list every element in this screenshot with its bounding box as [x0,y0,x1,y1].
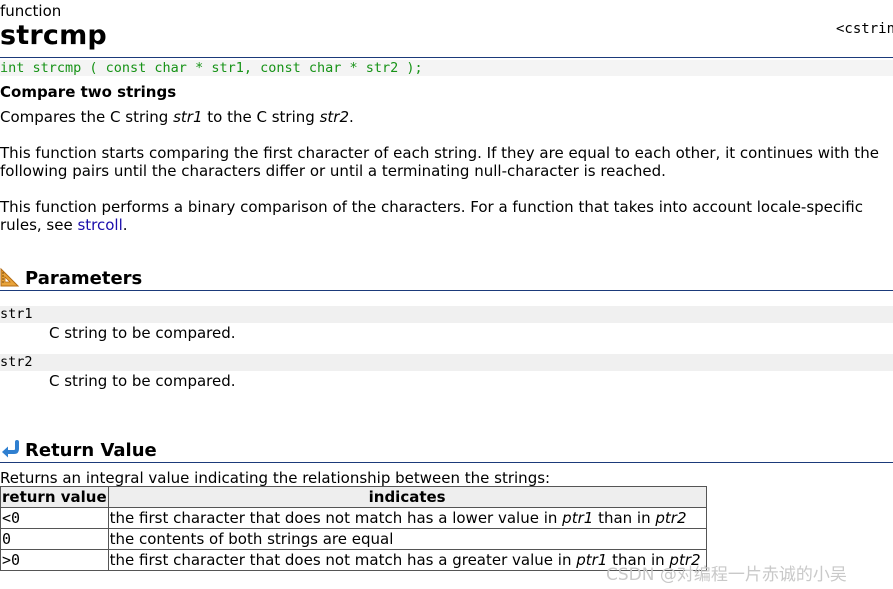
param-ref-ptr1: ptr1 [576,551,608,569]
function-kind-label: function [0,2,62,20]
param-name-str1: str1 [0,306,893,323]
strcoll-link[interactable]: strcoll [77,216,122,234]
text-fragment: than in [593,509,656,527]
indicates-cell: the contents of both strings are equal [107,528,707,550]
parameters-divider [0,290,893,291]
param-name-str2: str2 [0,354,893,371]
page-title: strcmp [0,20,107,51]
param-ref-str1: str1 [173,108,203,126]
text-fragment: Compares the C string [0,108,174,126]
return-value-cell: <0 [0,507,109,529]
param-desc-str1: C string to be compared. [49,324,236,342]
table-row: 0 the contents of both strings are equal [0,528,707,550]
param-desc-str2: C string to be compared. [49,372,236,390]
text-fragment: . [349,108,354,126]
param-ref-ptr2: ptr2 [655,509,687,527]
ruler-triangle-icon [0,267,20,287]
column-header-indicates: indicates [107,486,707,508]
parameters-heading: Parameters [25,268,143,289]
column-header-return-value: return value [0,486,109,508]
param-ref-ptr1: ptr1 [562,509,594,527]
table-row: >0 the first character that does not mat… [0,549,707,571]
text-fragment: the first character that does not match … [109,551,577,569]
description-paragraph-2: This function starts comparing the first… [0,144,879,180]
description-paragraph-3: This function performs a binary comparis… [0,198,890,234]
table-row: <0 the first character that does not mat… [0,507,707,529]
text-fragment: the first character that does not match … [109,509,563,527]
return-value-divider [0,462,893,463]
function-summary: Compare two strings [0,83,177,101]
param-ref-str2: str2 [319,108,349,126]
text-fragment: . [122,216,128,234]
table-header-row: return value indicates [0,486,707,508]
return-value-intro: Returns an integral value indicating the… [0,469,551,487]
csdn-watermark: CSDN @对编程一片赤诚的小吴 [606,565,847,585]
description-paragraph-1: Compares the C string str1 to the C stri… [0,108,890,126]
indicates-cell: the first character that does not match … [107,507,707,529]
return-value-cell: 0 [0,528,109,550]
title-divider [0,57,893,58]
text-fragment: This function performs a binary comparis… [0,198,864,234]
function-prototype: int strcmp ( const char * str1, const ch… [0,60,893,76]
header-library-link[interactable]: <cstring> [836,21,893,37]
text-fragment: to the C string [202,108,320,126]
return-arrow-icon [0,439,20,459]
return-value-heading: Return Value [25,440,157,461]
return-value-table: return value indicates <0 the first char… [0,486,707,571]
return-value-cell: >0 [0,549,109,571]
